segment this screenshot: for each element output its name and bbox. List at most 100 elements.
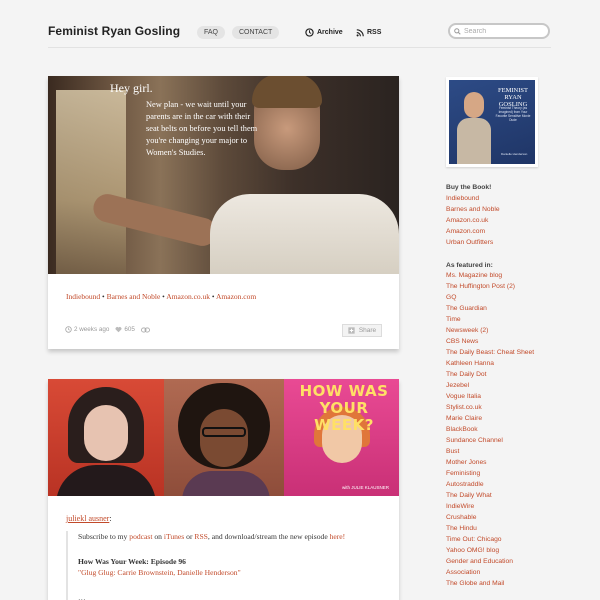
- link-separator: •: [162, 292, 165, 301]
- sidebar-link[interactable]: Jezebel: [446, 380, 534, 391]
- post-quote: Subscribe to my podcast on iTunes or RSS…: [66, 531, 384, 600]
- episode-title: How Was Your Week: Episode 96: [78, 557, 186, 566]
- link-separator: •: [102, 292, 105, 301]
- sidebar-link[interactable]: Stylist.co.uk: [446, 402, 534, 413]
- book-cover-thumbnail[interactable]: FEMINIST RYAN GOSLING Feminist Theory (a…: [446, 77, 538, 167]
- buy-links-list: Indiebound Barnes and Noble Amazon.co.uk Am…: [446, 193, 500, 248]
- featured-heading: As featured in:: [446, 262, 493, 269]
- sidebar-link[interactable]: The Guardian: [446, 303, 534, 314]
- rss-link[interactable]: RSS: [194, 532, 208, 541]
- sidebar-link[interactable]: Ms. Magazine blog: [446, 270, 534, 281]
- sidebar-link[interactable]: Amazon.co.uk: [446, 215, 500, 226]
- podcast-link[interactable]: podcast: [129, 532, 152, 541]
- book-author: Danielle Henderson: [501, 152, 528, 156]
- link-amazon-uk[interactable]: Amazon.co.uk: [166, 292, 210, 301]
- photo-glasses: [202, 427, 246, 437]
- nav-archive[interactable]: Archive: [305, 26, 343, 39]
- sidebar-link[interactable]: Kathleen Hanna: [446, 358, 534, 369]
- search-box[interactable]: [448, 23, 550, 39]
- quote-text: Subscribe to my: [78, 532, 130, 541]
- link-amazon-com[interactable]: Amazon.com: [216, 292, 256, 301]
- quote-intro: Subscribe to my podcast on iTunes or RSS…: [78, 531, 384, 542]
- sidebar-link[interactable]: CBS News: [446, 336, 534, 347]
- share-button[interactable]: Share: [342, 324, 382, 337]
- sidebar-link[interactable]: Indiebound: [446, 193, 500, 204]
- book-title: FEMINIST RYAN GOSLING: [498, 87, 528, 108]
- sidebar-link[interactable]: Feministing: [446, 468, 534, 479]
- header-divider: [48, 47, 551, 48]
- clock-icon: [305, 28, 314, 37]
- photo-panel-middle: [164, 379, 284, 496]
- sidebar-link[interactable]: Vogue Italia: [446, 391, 534, 402]
- clock-icon: [65, 326, 72, 333]
- nav-contact[interactable]: CONTACT: [232, 26, 280, 39]
- nav-faq[interactable]: FAQ: [197, 26, 226, 39]
- sidebar-link[interactable]: IndieWire: [446, 501, 534, 512]
- search-input[interactable]: [464, 27, 544, 35]
- itunes-link[interactable]: iTunes: [164, 532, 184, 541]
- sidebar-link[interactable]: Bust: [446, 446, 534, 457]
- sidebar-link[interactable]: Newsweek (2): [446, 325, 534, 336]
- post-photo-2: HOW WAS YOUR WEEK? with JULIE KLAUSNER j…: [48, 379, 399, 600]
- episode-guests[interactable]: "Glug Glug: Carrie Brownstein, Danielle …: [78, 567, 384, 578]
- share-label: Share: [358, 327, 377, 334]
- sidebar-link[interactable]: The Huffington Post (2): [446, 281, 534, 292]
- featured-links-list: Ms. Magazine blog The Huffington Post (2)…: [446, 270, 534, 589]
- share-icon: [348, 327, 355, 334]
- podcast-art-title: HOW WAS YOUR WEEK?: [299, 382, 389, 434]
- sidebar-link[interactable]: Mother Jones: [446, 457, 534, 468]
- reblog-colon: :: [109, 514, 112, 523]
- post-time: 2 weeks ago: [74, 326, 110, 333]
- sidebar-link[interactable]: The Daily Beast: Cheat Sheet: [446, 347, 534, 358]
- sidebar-link[interactable]: Association: [446, 567, 534, 578]
- reblog-user-link[interactable]: juliekl ausner: [66, 514, 109, 523]
- sidebar-link[interactable]: Urban Outfitters: [446, 237, 500, 248]
- post-timestamp[interactable]: 2 weeks ago: [65, 326, 109, 333]
- sidebar-link[interactable]: Sundance Channel: [446, 435, 534, 446]
- sidebar-link[interactable]: Autostraddle: [446, 479, 534, 490]
- link-indiebound[interactable]: Indiebound: [66, 292, 100, 301]
- photo-face-a: [84, 405, 128, 461]
- nav-rss[interactable]: RSS: [356, 26, 381, 39]
- post-photo-1: Hey girl. New plan - we wait until your …: [48, 76, 399, 349]
- quote-text: on: [152, 532, 164, 541]
- photo-panel-left: [48, 379, 164, 496]
- image-greeting: Hey girl.: [110, 81, 153, 95]
- sidebar-link[interactable]: Crushable: [446, 512, 534, 523]
- book-cover: FEMINIST RYAN GOSLING Feminist Theory (a…: [449, 80, 535, 164]
- photo-hair: [252, 76, 322, 108]
- reblog-attribution: juliekl ausner:: [66, 514, 112, 523]
- sidebar-link[interactable]: Gender and Education: [446, 556, 534, 567]
- nav-archive-label: Archive: [317, 29, 343, 36]
- sidebar-link[interactable]: The Daily What: [446, 490, 534, 501]
- photo-panel-podcast-art: HOW WAS YOUR WEEK? with JULIE KLAUSNER: [284, 379, 399, 496]
- sidebar-link[interactable]: Amazon.com: [446, 226, 500, 237]
- photo-face-b: [200, 409, 248, 467]
- post-like-count: 605: [124, 326, 135, 333]
- nav-rss-label: RSS: [367, 29, 382, 36]
- sidebar-link[interactable]: Time: [446, 314, 534, 325]
- sidebar-link[interactable]: BlackBook: [446, 424, 534, 435]
- sidebar-link[interactable]: The Globe and Mail: [446, 578, 534, 589]
- sidebar-link[interactable]: GQ: [446, 292, 534, 303]
- photo-window: [56, 90, 126, 274]
- post-image-hey-girl[interactable]: Hey girl. New plan - we wait until your …: [48, 76, 399, 274]
- sidebar-link[interactable]: Yahoo OMG! blog: [446, 545, 534, 556]
- image-caption: New plan - we wait until your parents ar…: [146, 100, 258, 157]
- sidebar-link[interactable]: Barnes and Noble: [446, 204, 500, 215]
- quote-continued: …: [78, 593, 86, 600]
- quote-text: or: [184, 532, 195, 541]
- sidebar-link[interactable]: Time Out: Chicago: [446, 534, 534, 545]
- site-title[interactable]: Feminist Ryan Gosling: [48, 24, 180, 38]
- buy-heading: Buy the Book!: [446, 184, 492, 191]
- post-likes[interactable]: 605: [115, 326, 135, 333]
- sidebar-link[interactable]: Marie Claire: [446, 413, 534, 424]
- sidebar-link[interactable]: The Daily Dot: [446, 369, 534, 380]
- here-link[interactable]: here!: [330, 532, 346, 541]
- permalink-icon[interactable]: [140, 327, 150, 333]
- link-barnes-and-noble[interactable]: Barnes and Noble: [107, 292, 161, 301]
- book-subtitle: Feminist Theory (as Imagined) from Your …: [495, 106, 531, 122]
- post-image-podcast[interactable]: HOW WAS YOUR WEEK? with JULIE KLAUSNER: [48, 379, 399, 496]
- sidebar-link[interactable]: The Hindu: [446, 523, 534, 534]
- book-photo-body: [457, 118, 491, 164]
